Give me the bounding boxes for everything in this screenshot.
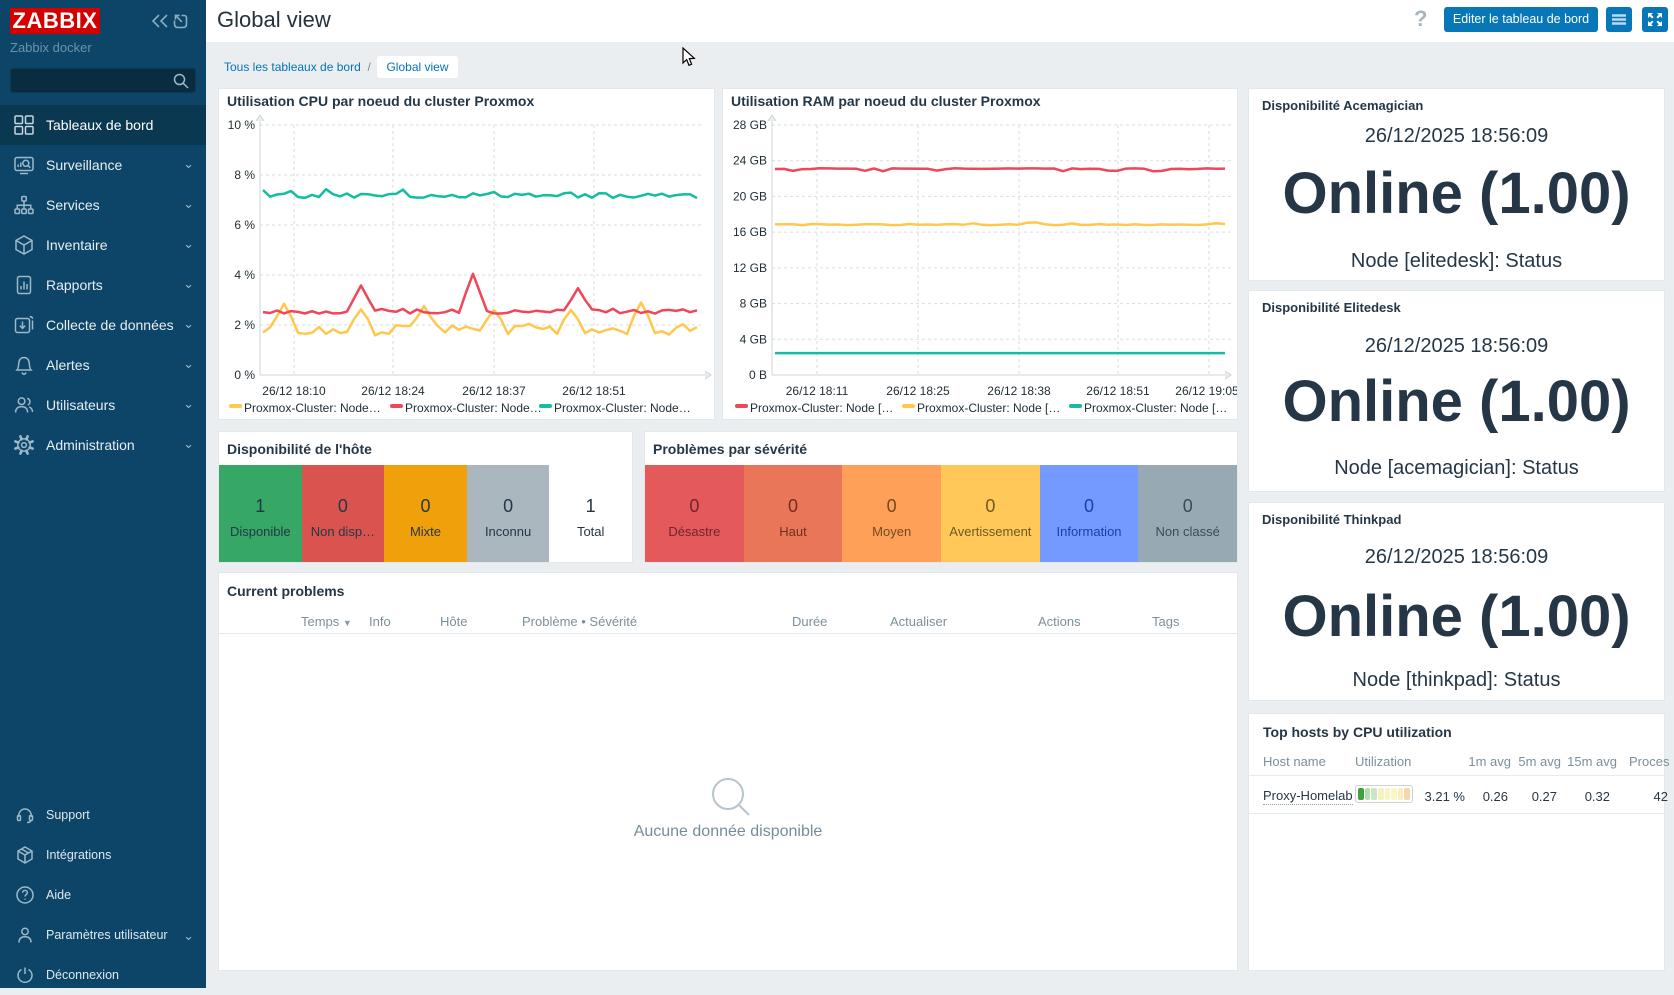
- svg-text:26/12 18:51: 26/12 18:51: [1086, 384, 1150, 398]
- svg-text:Proxmox-Cluster: Node…: Proxmox-Cluster: Node…: [405, 401, 542, 415]
- svg-text:Proxmox-Cluster: Node […: Proxmox-Cluster: Node […: [917, 401, 1060, 415]
- svg-text:Proxmox-Cluster: Node […: Proxmox-Cluster: Node […: [750, 401, 893, 415]
- svg-text:0 %: 0 %: [234, 368, 255, 382]
- svg-text:26/12 18:51: 26/12 18:51: [562, 384, 626, 398]
- svg-text:20 GB: 20 GB: [733, 189, 767, 203]
- svg-text:26/12 19:05: 26/12 19:05: [1175, 384, 1237, 398]
- svg-text:6 %: 6 %: [234, 218, 255, 232]
- svg-text:26/12 18:11: 26/12 18:11: [786, 384, 849, 398]
- svg-text:12 GB: 12 GB: [733, 261, 767, 275]
- svg-text:4 %: 4 %: [234, 268, 255, 282]
- svg-text:2 %: 2 %: [234, 318, 255, 332]
- svg-text:Proxmox-Cluster: Node […: Proxmox-Cluster: Node […: [1084, 401, 1227, 415]
- svg-text:4 GB: 4 GB: [740, 332, 767, 346]
- svg-text:28 GB: 28 GB: [733, 118, 767, 132]
- svg-text:Proxmox-Cluster: Node…: Proxmox-Cluster: Node…: [244, 401, 381, 415]
- svg-text:16 GB: 16 GB: [733, 225, 767, 239]
- svg-text:26/12 18:38: 26/12 18:38: [987, 384, 1051, 398]
- svg-text:24 GB: 24 GB: [733, 154, 767, 168]
- svg-text:26/12 18:25: 26/12 18:25: [886, 384, 950, 398]
- svg-text:26/12 18:37: 26/12 18:37: [462, 384, 526, 398]
- svg-text:26/12 18:10: 26/12 18:10: [262, 384, 326, 398]
- svg-text:Proxmox-Cluster: Node…: Proxmox-Cluster: Node…: [554, 401, 691, 415]
- svg-text:26/12 18:24: 26/12 18:24: [361, 384, 425, 398]
- svg-text:8 GB: 8 GB: [740, 297, 767, 311]
- svg-text:0 B: 0 B: [749, 368, 767, 382]
- svg-text:10 %: 10 %: [228, 118, 256, 132]
- svg-text:8 %: 8 %: [234, 168, 255, 182]
